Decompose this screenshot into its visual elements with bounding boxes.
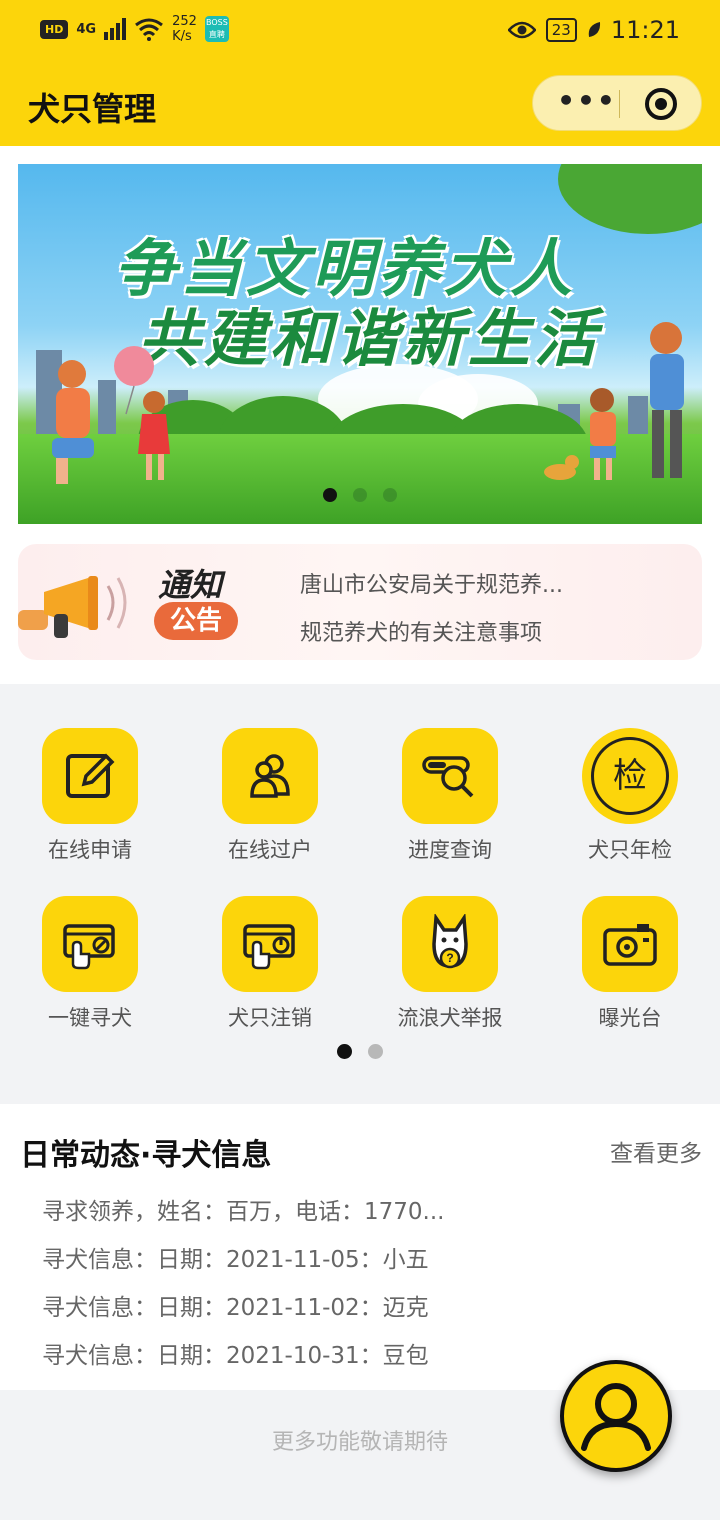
family-illustration-left [52, 346, 170, 484]
cancel-card-icon [222, 896, 318, 992]
banner-dot[interactable] [353, 488, 367, 502]
speed-value: 252 [172, 14, 197, 29]
find-dog-card-icon [42, 896, 138, 992]
news-item[interactable]: 寻犬信息：日期：2021-10-31：豆包 [42, 1332, 444, 1380]
banner-pagination [18, 488, 702, 502]
more-menu-button[interactable]: ••• [553, 84, 621, 124]
service-label: 犬只年检 [588, 838, 672, 862]
service-page-dot-active[interactable] [337, 1044, 352, 1059]
edit-icon [42, 728, 138, 824]
service-progress-query[interactable]: 进度查询 [360, 728, 540, 864]
banner-slogan-line2: 共建和谐新生活 [138, 302, 601, 375]
news-title: 日常动态·寻犬信息 [20, 1138, 272, 1173]
service-pagination [0, 1044, 720, 1059]
service-page-dot[interactable] [368, 1044, 383, 1059]
leaf-icon [588, 22, 600, 37]
banner-dot-active[interactable] [323, 488, 337, 502]
close-miniprogram-button[interactable] [645, 88, 677, 120]
banner-dot[interactable] [383, 488, 397, 502]
notice-list: 唐山市公安局关于规范养... 规范养犬的有关注意事项 [300, 562, 563, 658]
progress-search-icon [402, 728, 498, 824]
service-label: 曝光台 [598, 1006, 662, 1030]
clock: 11:21 [610, 16, 680, 44]
service-label: 一键寻犬 [48, 1006, 132, 1030]
page-title: 犬只管理 [28, 90, 157, 128]
transfer-users-icon [222, 728, 318, 824]
notice-item[interactable]: 唐山市公安局关于规范养... [300, 562, 563, 610]
service-exposure[interactable]: 曝光台 [540, 896, 720, 1032]
service-dog-cancel[interactable]: 犬只注销 [180, 896, 360, 1032]
news-section: 日常动态·寻犬信息 查看更多 寻求领养，姓名：百万，电话：1770... 寻犬信… [0, 1104, 720, 1390]
service-find-dog[interactable]: 一键寻犬 [0, 896, 180, 1032]
user-profile-button[interactable] [560, 1360, 672, 1472]
hd-indicator: HD [40, 19, 69, 39]
service-label: 进度查询 [408, 838, 492, 862]
boss-badge-top: BOSS [205, 18, 228, 27]
status-left: HD 4G 252 K/s BOSS 直聘 [40, 14, 229, 44]
header: HD 4G 252 K/s BOSS 直聘 23 11:21 犬只管理 ••• [0, 0, 720, 146]
stray-dog-report-icon: ? [402, 896, 498, 992]
capsule-divider [619, 90, 620, 118]
view-more-link[interactable]: 查看更多 [610, 1134, 702, 1168]
news-item[interactable]: 寻求领养，姓名：百万，电话：1770... [42, 1188, 444, 1236]
news-item[interactable]: 寻犬信息：日期：2021-11-02：迈克 [42, 1284, 444, 1332]
notice-item[interactable]: 规范养犬的有关注意事项 [300, 610, 563, 658]
notice-tag-top: 通知 [158, 566, 223, 604]
news-list: 寻求领养，姓名：百万，电话：1770... 寻犬信息：日期：2021-11-05… [42, 1188, 444, 1380]
service-label: 在线过户 [228, 838, 312, 862]
network-type: 4G [76, 21, 97, 37]
notice-tag-bottom: 公告 [154, 602, 238, 640]
tree-decoration [558, 164, 702, 234]
inspection-glyph: 检 [591, 737, 669, 815]
svg-text:?: ? [446, 951, 453, 965]
camera-icon [582, 896, 678, 992]
service-stray-report[interactable]: ? 流浪犬举报 [360, 896, 540, 1032]
eye-icon [507, 21, 536, 39]
boss-app-icon: BOSS 直聘 [204, 16, 229, 42]
megaphone-icon [18, 576, 127, 638]
network-speed: 252 K/s [172, 14, 197, 44]
family-illustration-right [544, 322, 684, 480]
inspection-icon: 检 [582, 728, 678, 824]
service-online-transfer[interactable]: 在线过户 [180, 728, 360, 864]
signal-icon [104, 18, 127, 40]
service-label: 犬只注销 [228, 1006, 312, 1030]
wifi-icon [135, 18, 163, 41]
battery-indicator: 23 [545, 18, 577, 42]
title-bar: 犬只管理 ••• [0, 62, 720, 146]
status-bar: HD 4G 252 K/s BOSS 直聘 23 11:21 [0, 0, 720, 62]
banner-carousel[interactable]: 争当文明养犬人 共建和谐新生活 [18, 164, 702, 524]
miniprogram-capsule: ••• [532, 75, 702, 131]
notice-board[interactable]: 通知 公告 唐山市公安局关于规范养... 规范养犬的有关注意事项 [18, 544, 702, 660]
news-item[interactable]: 寻犬信息：日期：2021-11-05：小五 [42, 1236, 444, 1284]
service-label: 在线申请 [48, 838, 132, 862]
service-label: 流浪犬举报 [397, 1006, 503, 1030]
status-right: 23 11:21 [507, 16, 680, 44]
service-online-apply[interactable]: 在线申请 [0, 728, 180, 864]
boss-badge-bottom: 直聘 [208, 30, 225, 39]
speed-unit: K/s [172, 29, 192, 44]
user-icon [581, 1383, 651, 1451]
service-annual-inspection[interactable]: 检 犬只年检 [540, 728, 720, 864]
